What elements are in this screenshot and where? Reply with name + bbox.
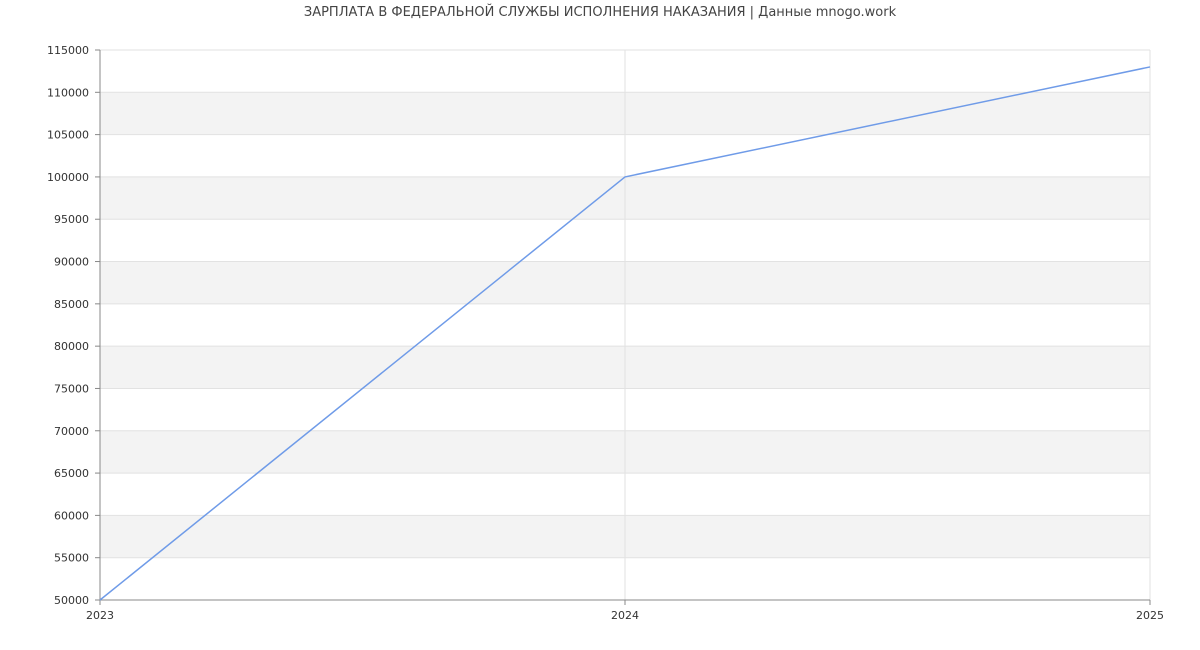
y-tick-label: 65000: [54, 467, 89, 480]
y-tick-label: 75000: [54, 382, 89, 395]
y-tick-label: 95000: [54, 213, 89, 226]
y-tick-label: 115000: [47, 44, 89, 57]
y-tick-label: 70000: [54, 425, 89, 438]
y-tick-label: 110000: [47, 86, 89, 99]
y-tick-label: 105000: [47, 129, 89, 142]
x-tick-labels: 2023 2024 2025: [86, 609, 1164, 622]
x-tick-label: 2023: [86, 609, 114, 622]
y-tick-label: 60000: [54, 509, 89, 522]
y-tick-label: 100000: [47, 171, 89, 184]
y-tick-label: 85000: [54, 298, 89, 311]
y-tick-label: 90000: [54, 256, 89, 269]
x-tick-label: 2025: [1136, 609, 1164, 622]
y-tick-labels: 50000 55000 60000 65000 70000 75000 80000 85000…: [47, 44, 89, 607]
y-tick-label: 55000: [54, 552, 89, 565]
line-chart: 50000 55000 60000 65000 70000 75000 80000 85000…: [47, 44, 1164, 622]
x-tick-label: 2024: [611, 609, 639, 622]
y-tick-label: 50000: [54, 594, 89, 607]
y-tick-label: 80000: [54, 340, 89, 353]
